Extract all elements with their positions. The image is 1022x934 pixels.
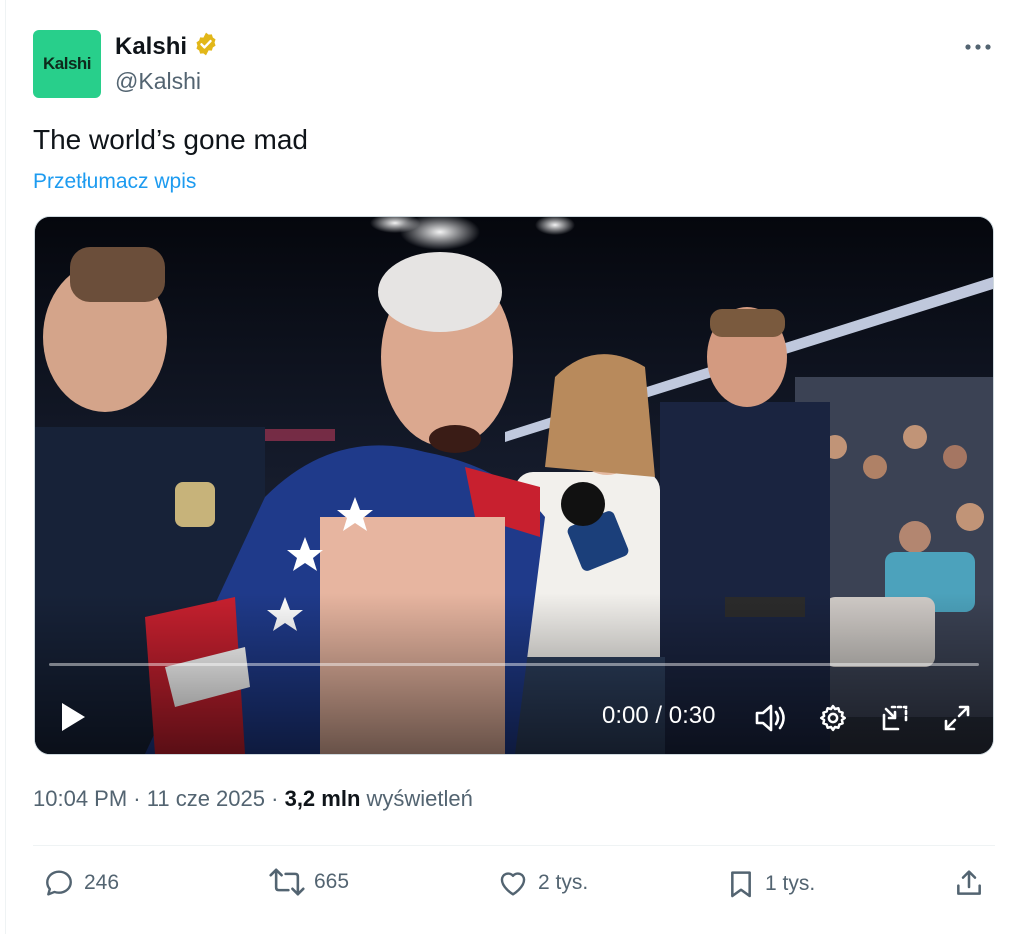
repost-icon xyxy=(269,868,305,896)
bookmark-count: 1 tys. xyxy=(765,872,816,895)
tweet-text: The world’s gone mad xyxy=(33,124,308,155)
bookmark-icon xyxy=(731,871,751,898)
more-dots-icon xyxy=(965,44,991,50)
share-icon xyxy=(957,870,981,895)
tweet-meta: 10:04 PM · 11 cze 2025 · 3,2 mln wyświet… xyxy=(33,786,473,812)
repost-count: 665 xyxy=(314,870,350,893)
fullscreen-icon xyxy=(944,705,970,731)
timeline-border xyxy=(0,0,6,934)
meta-separator: · xyxy=(271,786,279,811)
play-icon xyxy=(62,703,85,731)
author-name-row: Kalshi xyxy=(115,31,219,62)
video-progress-track[interactable] xyxy=(49,663,979,666)
repost-button[interactable]: 665 xyxy=(268,867,349,897)
reply-icon xyxy=(46,870,72,896)
tweet-time[interactable]: 10:04 PM xyxy=(33,786,127,811)
share-button[interactable] xyxy=(953,867,985,899)
video-frame xyxy=(35,217,993,754)
more-options-button[interactable] xyxy=(961,34,995,60)
video-time-display: 0:00 / 0:30 xyxy=(602,702,716,729)
volume-button[interactable] xyxy=(751,701,791,735)
actions-divider xyxy=(33,845,995,846)
views-count[interactable]: 3,2 mln xyxy=(285,786,361,811)
settings-button[interactable] xyxy=(815,701,851,735)
views-label: wyświetleń xyxy=(366,786,473,811)
volume-icon xyxy=(755,704,785,732)
verified-badge-icon[interactable] xyxy=(193,31,219,62)
reply-count: 246 xyxy=(84,871,120,894)
like-button[interactable]: 2 tys. xyxy=(496,867,588,899)
heart-icon xyxy=(500,872,526,896)
reply-button[interactable]: 246 xyxy=(42,867,119,899)
avatar[interactable]: Kalshi xyxy=(33,30,101,98)
bookmark-button[interactable]: 1 tys. xyxy=(725,867,815,901)
settings-icon xyxy=(820,704,846,732)
pip-icon xyxy=(882,705,908,731)
author-display-name[interactable]: Kalshi xyxy=(115,33,187,61)
avatar-logo-text: Kalshi xyxy=(42,54,92,73)
author-handle[interactable]: @Kalshi xyxy=(115,68,201,95)
video-player[interactable]: 0:00 / 0:30 xyxy=(34,216,994,755)
fullscreen-button[interactable] xyxy=(939,701,975,735)
translate-link[interactable]: Przetłumacz wpis xyxy=(33,170,196,194)
picture-in-picture-button[interactable] xyxy=(877,701,913,735)
tweet-date[interactable]: 11 cze 2025 xyxy=(147,786,265,811)
play-button[interactable] xyxy=(55,699,91,735)
like-count: 2 tys. xyxy=(538,871,589,894)
meta-separator: · xyxy=(133,786,141,811)
